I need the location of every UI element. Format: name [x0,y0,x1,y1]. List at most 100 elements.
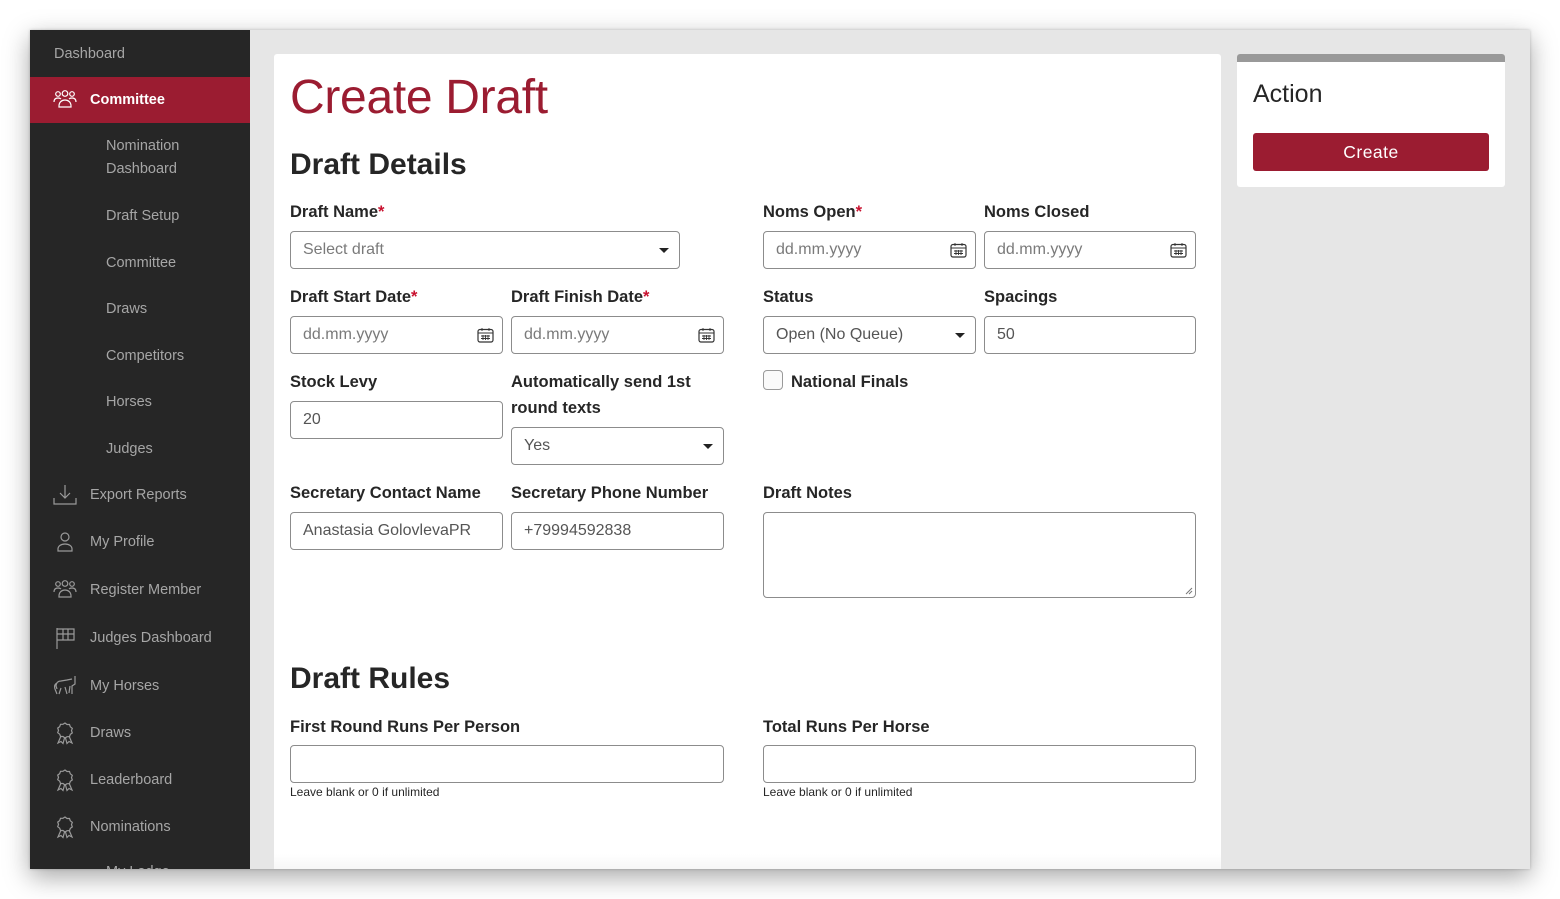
draft-name-select[interactable]: Select draft [290,231,680,269]
sidebar-item-register-member[interactable]: Register Member [30,578,250,602]
total-runs-horse-input[interactable] [763,745,1196,783]
first-round-runs-label: First Round Runs Per Person [290,718,521,736]
sidebar-item-label: Judges [106,440,153,457]
noms-closed-date-input[interactable]: dd.mm.yyyy [984,231,1196,269]
sidebar-item-label: Judges Dashboard [90,630,212,646]
scroll-fade [274,854,1221,869]
award-ribbon-icon [52,767,78,793]
status-value: Open (No Queue) [776,326,904,343]
checkered-flag-icon [52,625,78,651]
chevron-down-icon [955,333,965,338]
sidebar-item-label: My Profile [90,534,155,550]
sidebar-item-label: Dashboard [54,45,125,62]
spacings-input[interactable]: 50 [984,316,1196,354]
noms-closed-placeholder: dd.mm.yyyy [997,241,1083,258]
draft-name-placeholder: Select draft [303,241,384,258]
first-round-runs-help: Leave blank or 0 if unlimited [290,785,440,799]
app-window: Dashboard Committee Nomination Dashboard… [30,30,1530,869]
sidebar-item-label: Committee [90,92,165,108]
sidebar-subitem-draws[interactable]: Draws [30,297,250,321]
sidebar-item-label: Nominations [90,819,171,835]
sidebar-subitem-nomination-dashboard[interactable]: Nomination Dashboard [30,135,250,181]
sidebar-item-label: Draft Setup [106,207,180,224]
noms-open-placeholder: dd.mm.yyyy [776,241,862,258]
section-title-draft-details: Draft Details [290,148,467,181]
total-runs-horse-help: Leave blank or 0 if unlimited [763,785,913,799]
sidebar-item-label: My Lodge [106,861,170,870]
auto-send-texts-select[interactable]: Yes [511,427,724,465]
action-card-header-bar [1237,54,1505,62]
sidebar-item-dashboard[interactable]: Dashboard [30,30,250,77]
secretary-phone-label: Secretary Phone Number [511,484,709,502]
calendar-icon[interactable] [477,327,494,343]
download-icon [52,482,78,508]
sidebar-item-label: My Horses [90,678,160,694]
sidebar-item-draws[interactable]: Draws [30,721,250,745]
sidebar-item-label: Register Member [90,582,202,598]
total-runs-horse-label: Total Runs Per Horse [763,718,930,736]
noms-open-date-input[interactable]: dd.mm.yyyy [763,231,976,269]
sidebar-subitem-committee[interactable]: Committee [30,251,250,275]
users-icon [52,87,78,113]
sidebar-subitem-horses[interactable]: Horses [30,390,250,414]
status-select[interactable]: Open (No Queue) [763,316,976,354]
draft-start-date-input[interactable]: dd.mm.yyyy [290,316,503,354]
stock-levy-input[interactable]: 20 [290,401,503,439]
sidebar-item-label: Export Reports [90,487,187,503]
stock-levy-value: 20 [303,411,321,428]
draft-notes-textarea[interactable] [763,512,1196,598]
create-button[interactable]: Create [1253,133,1489,171]
sidebar: Dashboard Committee Nomination Dashboard… [30,30,250,869]
draft-finish-date-placeholder: dd.mm.yyyy [524,326,610,343]
user-icon [52,529,78,555]
draft-notes-label: Draft Notes [763,484,852,502]
spacings-value: 50 [997,326,1015,343]
action-title: Action [1253,80,1323,108]
sidebar-item-label: Horses [106,393,152,410]
page-title: Create Draft [290,71,548,124]
secretary-name-input[interactable]: Anastasia GolovlevaPR [290,512,503,550]
sidebar-item-my-profile[interactable]: My Profile [30,530,250,554]
national-finals-checkbox[interactable] [763,370,783,390]
status-label: Status [763,288,814,306]
sidebar-item-export-reports[interactable]: Export Reports [30,483,250,507]
sidebar-item-leaderboard[interactable]: Leaderboard [30,768,250,792]
secretary-name-label: Secretary Contact Name [290,484,481,502]
sidebar-item-label: Competitors [106,347,185,364]
draft-name-label: Draft Name* [290,203,385,221]
sidebar-subitem-competitors[interactable]: Competitors [30,344,250,368]
first-round-runs-input[interactable] [290,745,724,783]
stock-levy-label: Stock Levy [290,373,378,391]
calendar-icon[interactable] [950,242,967,258]
award-ribbon-icon [52,814,78,840]
draft-finish-date-label: Draft Finish Date* [511,288,650,306]
draft-finish-date-input[interactable]: dd.mm.yyyy [511,316,724,354]
national-finals-label: National Finals [791,373,909,391]
section-title-draft-rules: Draft Rules [290,662,451,695]
sidebar-item-nominations[interactable]: Nominations [30,815,250,839]
sidebar-item-judges-dashboard[interactable]: Judges Dashboard [30,626,250,650]
action-card: Action Create [1237,54,1505,187]
sidebar-item-label: Nomination Dashboard [106,138,180,177]
create-draft-card: Create Draft Draft Details Draft Name* S… [274,54,1221,869]
secretary-name-value: Anastasia GolovlevaPR [303,522,472,539]
calendar-icon[interactable] [698,327,715,343]
award-ribbon-icon [52,720,78,746]
sidebar-item-label: Draws [106,300,148,317]
spacings-label: Spacings [984,288,1058,306]
auto-send-texts-label: Automatically send 1st round texts [511,373,691,417]
calendar-icon[interactable] [1170,242,1187,258]
sidebar-subitem-judges[interactable]: Judges [30,437,250,461]
sidebar-item-my-horses[interactable]: My Horses [30,674,250,698]
sidebar-item-committee[interactable]: Committee [30,77,250,123]
sidebar-subitem-draft-setup[interactable]: Draft Setup [30,204,250,228]
sidebar-item-my-lodge[interactable]: My Lodge [30,860,250,870]
resize-handle-icon[interactable] [1185,587,1193,595]
draft-start-date-label: Draft Start Date* [290,288,418,306]
secretary-phone-input[interactable]: +79994592838 [511,512,724,550]
draft-start-date-placeholder: dd.mm.yyyy [303,326,389,343]
sidebar-item-label: Committee [106,254,177,271]
auto-send-texts-value: Yes [524,437,551,454]
noms-closed-label: Noms Closed [984,203,1090,221]
chevron-down-icon [703,444,713,449]
